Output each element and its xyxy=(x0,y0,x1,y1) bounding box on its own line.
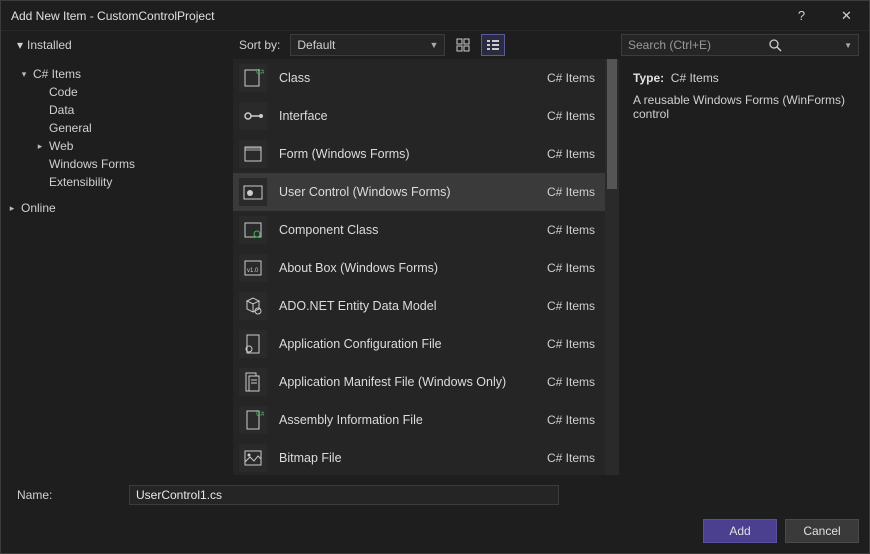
grid-icon xyxy=(456,38,470,52)
template-item[interactable]: C# Class C# Items xyxy=(233,59,605,97)
template-name: Form (Windows Forms) xyxy=(279,147,535,161)
template-item[interactable]: Application Manifest File (Windows Only)… xyxy=(233,363,605,401)
template-category: C# Items xyxy=(547,71,595,85)
template-item[interactable]: Bitmap File C# Items xyxy=(233,439,605,475)
info-type-label: Type: xyxy=(633,71,664,85)
info-type-value: C# Items xyxy=(671,71,719,85)
template-name: Bitmap File xyxy=(279,451,535,465)
template-category: C# Items xyxy=(547,337,595,351)
template-category: C# Items xyxy=(547,223,595,237)
add-button[interactable]: Add xyxy=(703,519,777,543)
titlebar: Add New Item - CustomControlProject ? ✕ xyxy=(1,1,869,31)
template-list-container: C#ClassC# ItemsInterfaceC# ItemsForm (Wi… xyxy=(233,59,619,475)
info-pane: Type: C# Items A reusable Windows Forms … xyxy=(619,59,869,475)
content: ▾ C# Items CodeDataGeneral▸WebWindows Fo… xyxy=(1,59,869,475)
sort-select[interactable]: Default ▼ xyxy=(290,34,445,56)
template-item[interactable]: Form (Windows Forms) C# Items xyxy=(233,135,605,173)
tree-header[interactable]: ▾ Installed xyxy=(11,38,233,52)
chevron-down-icon: ▾ xyxy=(19,69,29,80)
usercontrol-icon xyxy=(239,178,267,206)
info-description: A reusable Windows Forms (WinForms) cont… xyxy=(633,93,855,121)
template-name: About Box (Windows Forms) xyxy=(279,261,535,275)
template-item[interactable]: Interface C# Items xyxy=(233,97,605,135)
class-icon: C# xyxy=(239,64,267,92)
template-name: User Control (Windows Forms) xyxy=(279,185,535,199)
dialog-footer: Add Cancel xyxy=(1,509,869,553)
ado-icon xyxy=(239,292,267,320)
template-name: Application Configuration File xyxy=(279,337,535,351)
dialog-window: Add New Item - CustomControlProject ? ✕ … xyxy=(0,0,870,554)
sort-value: Default xyxy=(297,38,335,52)
help-button[interactable]: ? xyxy=(779,1,824,31)
tree-node-csharp-items[interactable]: ▾ C# Items xyxy=(5,65,229,83)
view-list-button[interactable] xyxy=(481,34,505,56)
search-icon xyxy=(769,39,782,52)
tree-node-child[interactable]: Windows Forms xyxy=(5,155,229,173)
svg-text:C#: C# xyxy=(256,69,264,76)
interface-icon xyxy=(239,102,267,130)
dropdown-arrow-icon: ▼ xyxy=(844,41,852,50)
template-category: C# Items xyxy=(547,299,595,313)
tree-node-child[interactable]: Data xyxy=(5,101,229,119)
template-item[interactable]: Application Configuration File C# Items xyxy=(233,325,605,363)
search-placeholder: Search (Ctrl+E) xyxy=(628,38,711,52)
close-button[interactable]: ✕ xyxy=(824,1,869,31)
cancel-button[interactable]: Cancel xyxy=(785,519,859,543)
toolbar: ▾ Installed Sort by: Default ▼ Search (C… xyxy=(1,31,869,59)
chevron-down-icon: ▾ xyxy=(17,38,23,52)
tree-node-child[interactable]: Code xyxy=(5,83,229,101)
tree-node-child[interactable]: Extensibility xyxy=(5,173,229,191)
template-item[interactable]: User Control (Windows Forms) C# Items xyxy=(233,173,605,211)
template-item[interactable]: C# Assembly Information File C# Items xyxy=(233,401,605,439)
template-category: C# Items xyxy=(547,261,595,275)
filename-row: Name: xyxy=(1,481,869,509)
bitmap-icon xyxy=(239,444,267,472)
search-input[interactable]: Search (Ctrl+E) ▼ xyxy=(621,34,859,56)
chevron-right-icon: ▸ xyxy=(35,141,45,152)
template-category: C# Items xyxy=(547,109,595,123)
template-name: Class xyxy=(279,71,535,85)
svg-text:v1.0: v1.0 xyxy=(247,268,259,274)
list-icon xyxy=(486,38,500,52)
template-list: C#ClassC# ItemsInterfaceC# ItemsForm (Wi… xyxy=(233,59,605,475)
template-category: C# Items xyxy=(547,375,595,389)
form-icon xyxy=(239,140,267,168)
chevron-right-icon: ▸ xyxy=(7,203,17,214)
template-name: Application Manifest File (Windows Only) xyxy=(279,375,535,389)
config-icon xyxy=(239,330,267,358)
filename-label: Name: xyxy=(11,488,121,502)
template-name: ADO.NET Entity Data Model xyxy=(279,299,535,313)
template-category: C# Items xyxy=(547,413,595,427)
tree-node-child[interactable]: General xyxy=(5,119,229,137)
assembly-icon: C# xyxy=(239,406,267,434)
template-name: Component Class xyxy=(279,223,535,237)
template-category: C# Items xyxy=(547,147,595,161)
sort-label: Sort by: xyxy=(239,38,284,52)
template-category: C# Items xyxy=(547,451,595,465)
template-item[interactable]: ADO.NET Entity Data Model C# Items xyxy=(233,287,605,325)
template-category: C# Items xyxy=(547,185,595,199)
template-item[interactable]: Component Class C# Items xyxy=(233,211,605,249)
component-icon xyxy=(239,216,267,244)
about-icon: v1.0 xyxy=(239,254,267,282)
template-name: Interface xyxy=(279,109,535,123)
manifest-icon xyxy=(239,368,267,396)
tree-node-online[interactable]: ▸ Online xyxy=(5,199,229,217)
tree-node-child[interactable]: ▸Web xyxy=(5,137,229,155)
filename-input[interactable] xyxy=(129,485,559,505)
template-item[interactable]: v1.0 About Box (Windows Forms) C# Items xyxy=(233,249,605,287)
tree-root-installed: Installed xyxy=(27,38,72,52)
svg-text:C#: C# xyxy=(256,411,264,418)
category-tree: ▾ C# Items CodeDataGeneral▸WebWindows Fo… xyxy=(1,59,233,475)
scrollbar-thumb[interactable] xyxy=(607,59,617,189)
chevron-down-icon: ▼ xyxy=(429,40,438,50)
scrollbar[interactable] xyxy=(605,59,619,475)
template-name: Assembly Information File xyxy=(279,413,535,427)
view-grid-button[interactable] xyxy=(451,34,475,56)
window-title: Add New Item - CustomControlProject xyxy=(11,9,214,23)
